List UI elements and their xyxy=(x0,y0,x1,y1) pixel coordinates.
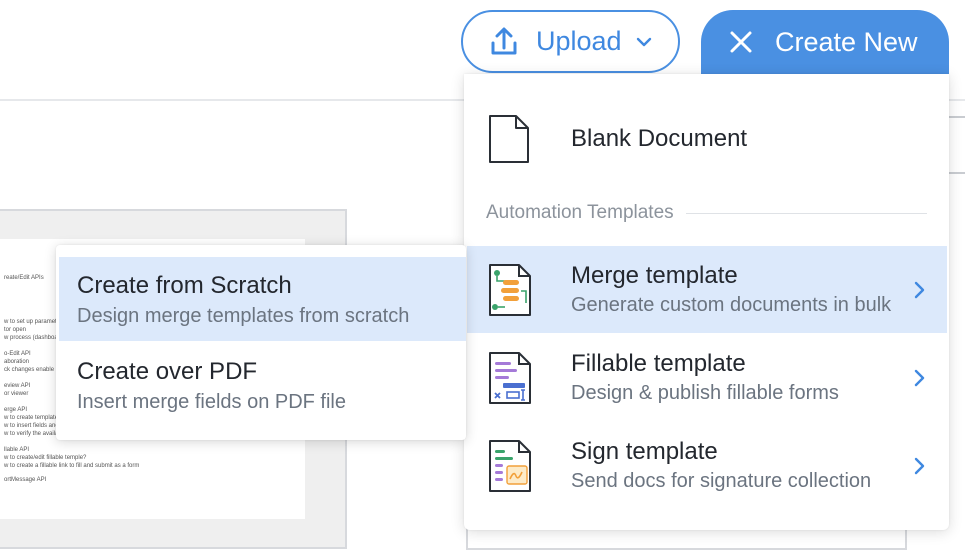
create-new-menu: Blank Document Automation Templates Merg… xyxy=(464,74,949,530)
fillable-template-item[interactable]: Fillable template Design & publish filla… xyxy=(467,334,947,421)
upload-label: Upload xyxy=(536,26,622,56)
upload-button[interactable]: Upload xyxy=(461,10,680,73)
chevron-right-icon xyxy=(914,457,925,474)
create-over-pdf-title: Create over PDF xyxy=(77,358,258,385)
section-label: Automation Templates xyxy=(486,202,674,223)
chevron-right-icon xyxy=(914,281,925,298)
merge-template-title: Merge template xyxy=(571,261,738,289)
document-line: erge API xyxy=(4,407,28,413)
sign-template-icon xyxy=(489,439,531,492)
document-line: tor open xyxy=(4,327,27,333)
document-line: or viewer xyxy=(4,391,29,397)
document-line: o-Edit API xyxy=(4,351,31,357)
section-divider xyxy=(685,212,927,214)
document-line: aboration xyxy=(4,359,30,365)
merge-template-submenu: Create from Scratch Design merge templat… xyxy=(56,245,466,440)
create-new-button[interactable]: Create New xyxy=(701,10,949,74)
document-line: eview API xyxy=(4,383,31,389)
create-from-scratch-item[interactable]: Create from Scratch Design merge templat… xyxy=(59,257,466,341)
chevron-right-icon xyxy=(914,369,925,386)
blank-document-icon xyxy=(489,115,529,163)
merge-template-icon xyxy=(489,263,531,316)
chevron-down-icon xyxy=(636,37,651,46)
document-line: ortMessage API xyxy=(4,477,47,483)
create-from-scratch-subtitle: Design merge templates from scratch xyxy=(77,305,410,327)
sign-template-item[interactable]: Sign template Send docs for signature co… xyxy=(467,422,947,509)
merge-template-subtitle: Generate custom documents in bulk xyxy=(571,293,892,316)
sign-template-title: Sign template xyxy=(571,437,718,465)
create-new-label: Create New xyxy=(775,26,918,57)
fillable-template-subtitle: Design & publish fillable forms xyxy=(571,381,839,404)
close-icon xyxy=(730,31,752,53)
document-line: ck changes enable xyxy=(4,367,55,373)
create-from-scratch-title: Create from Scratch xyxy=(77,272,292,299)
merge-template-item[interactable]: Merge template Generate custom documents… xyxy=(467,246,947,333)
blank-document-label: Blank Document xyxy=(571,125,748,152)
blank-document-item[interactable]: Blank Document xyxy=(464,104,949,174)
document-line: llable API xyxy=(4,447,30,453)
fillable-template-title: Fillable template xyxy=(571,349,746,377)
document-line: reate/Edit APIs xyxy=(4,275,44,281)
document-line: w to create a fillable link to fill and … xyxy=(4,463,140,469)
upload-icon xyxy=(491,27,517,54)
automation-templates-section: Automation Templates xyxy=(486,202,927,224)
fillable-template-icon xyxy=(489,351,531,404)
sign-template-subtitle: Send docs for signature collection xyxy=(571,469,872,492)
create-over-pdf-subtitle: Insert merge fields on PDF file xyxy=(77,391,346,413)
create-over-pdf-item[interactable]: Create over PDF Insert merge fields on P… xyxy=(59,343,466,427)
document-line: w to create/edit fillable temple? xyxy=(4,455,87,461)
document-line: w to create template? xyxy=(4,415,62,421)
